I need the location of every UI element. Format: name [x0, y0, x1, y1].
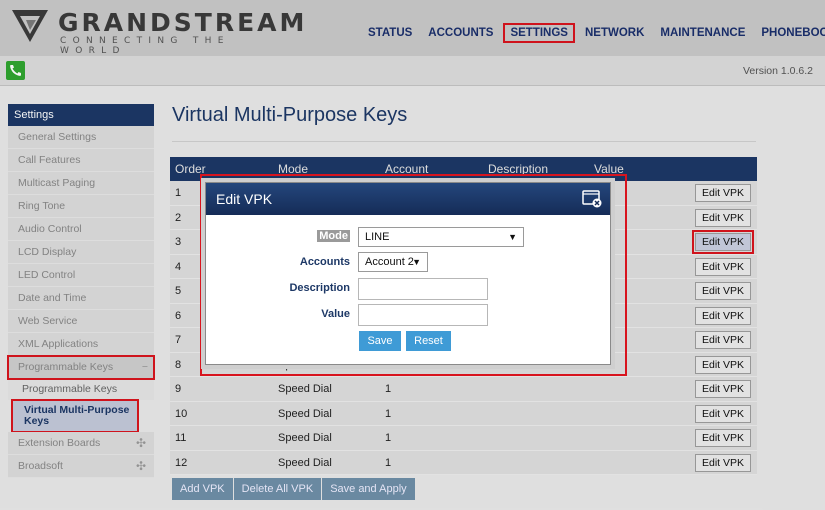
chevron-down-icon: ▼ — [412, 257, 421, 267]
reset-button[interactable]: Reset — [406, 331, 451, 351]
table-row: 12 Speed Dial 1 Edit VPK — [170, 450, 757, 475]
title-divider — [172, 141, 756, 142]
accounts-select-value: Account 2 — [365, 256, 414, 268]
row-account: 1 — [385, 456, 392, 469]
table-row: 11 Speed Dial 1 Edit VPK — [170, 426, 757, 451]
sidebar-item-xml-applications[interactable]: XML Applications — [8, 333, 154, 356]
row-order: 10 — [175, 407, 188, 420]
edit-vpk-button[interactable]: Edit VPK — [695, 184, 751, 202]
brand-name: GRANDSTREAM — [58, 8, 308, 37]
dialog-title: Edit VPK — [216, 191, 273, 207]
row-order: 5 — [175, 285, 182, 297]
description-input[interactable] — [358, 278, 488, 300]
save-button[interactable]: Save — [359, 331, 401, 351]
nav-phonebook[interactable]: PHONEBOOK — [753, 24, 825, 42]
page-title: Virtual Multi-Purpose Keys — [172, 104, 408, 126]
edit-vpk-button[interactable]: Edit VPK — [695, 306, 751, 325]
edit-vpk-button[interactable]: Edit VPK — [695, 404, 751, 423]
nav-accounts[interactable]: ACCOUNTS — [420, 24, 501, 42]
row-account: 1 — [385, 407, 392, 420]
accounts-select[interactable]: Account 2 ▼ — [358, 252, 428, 272]
edit-vpk-button[interactable]: Edit VPK — [695, 355, 751, 374]
edit-vpk-button[interactable]: Edit VPK — [695, 453, 751, 472]
row-order: 12 — [175, 456, 188, 469]
sidebar-item-ring-tone[interactable]: Ring Tone — [8, 195, 154, 218]
sidebar-subitem-programmable-keys[interactable]: Programmable Keys — [8, 379, 154, 400]
row-mode: Speed Dial — [278, 383, 332, 395]
delete-all-vpk-button[interactable]: Delete All VPK — [233, 478, 322, 500]
sidebar-item-call-features[interactable]: Call Features — [8, 149, 154, 172]
edit-vpk-button[interactable]: Edit VPK — [695, 429, 751, 447]
version-text: Version 1.0.6.2 — [742, 65, 813, 77]
row-order: 7 — [175, 334, 182, 346]
sidebar-subitem-virtual-multi-purpose-keys[interactable]: Virtual Multi-Purpose Keys — [11, 399, 139, 433]
edit-vpk-dialog: Edit VPK Mode LINE ▼ Accounts Account 2 … — [205, 182, 611, 365]
save-and-apply-button[interactable]: Save and Apply — [322, 478, 415, 500]
sidebar-item-general-settings[interactable]: General Settings — [8, 126, 154, 149]
value-label: Value — [321, 308, 350, 320]
close-icon[interactable] — [582, 190, 602, 208]
row-order: 11 — [175, 432, 187, 444]
sidebar-item-label: Broadsoft — [18, 460, 63, 472]
edit-vpk-button[interactable]: Edit VPK — [692, 230, 754, 254]
mode-label: Mode — [317, 230, 350, 242]
sidebar-item-multicast-paging[interactable]: Multicast Paging — [8, 172, 154, 195]
dialog-header: Edit VPK — [206, 183, 610, 215]
mode-select-value: LINE — [365, 231, 390, 243]
table-row: 10 Speed Dial 1 Edit VPK — [170, 401, 757, 426]
settings-sidebar: Settings General Settings Call Features … — [7, 104, 155, 478]
sidebar-item-web-service[interactable]: Web Service — [8, 310, 154, 333]
edit-vpk-button[interactable]: Edit VPK — [695, 282, 751, 300]
description-label: Description — [289, 282, 350, 294]
sidebar-item-broadsoft[interactable]: Broadsoft ✣ — [8, 455, 154, 478]
collapse-icon: − — [141, 361, 148, 373]
row-mode: Speed Dial — [278, 432, 332, 444]
table-actions: Add VPK Delete All VPK Save and Apply — [172, 478, 415, 500]
value-input[interactable] — [358, 304, 488, 326]
row-mode: Speed Dial — [278, 407, 332, 420]
grandstream-logo: GRANDSTREAM CONNECTING THE WORLD — [8, 6, 304, 56]
row-order: 8 — [175, 358, 182, 371]
top-header: GRANDSTREAM CONNECTING THE WORLD STATUS … — [0, 0, 825, 56]
nav-maintenance[interactable]: MAINTENANCE — [652, 24, 753, 42]
edit-vpk-button[interactable]: Edit VPK — [695, 208, 751, 227]
row-order: 4 — [175, 260, 182, 273]
table-row: 9 Speed Dial 1 Edit VPK — [170, 377, 757, 402]
nav-status[interactable]: STATUS — [360, 24, 420, 42]
edit-vpk-button[interactable]: Edit VPK — [695, 257, 751, 276]
row-order: 2 — [175, 211, 182, 224]
row-order: 9 — [175, 383, 182, 395]
nav-network[interactable]: NETWORK — [577, 24, 652, 42]
phone-icon[interactable] — [6, 61, 25, 80]
sidebar-item-programmable-keys[interactable]: Programmable Keys − — [7, 355, 155, 380]
brand-tagline: CONNECTING THE WORLD — [60, 36, 230, 56]
chevron-down-icon: ▼ — [508, 232, 517, 242]
accounts-label: Accounts — [299, 256, 350, 268]
top-navigation: STATUS ACCOUNTS SETTINGS NETWORK MAINTEN… — [360, 23, 825, 43]
row-order: 3 — [175, 236, 182, 248]
sub-bar: Version 1.0.6.2 — [0, 56, 825, 86]
logo-mark-icon — [12, 10, 48, 42]
sidebar-item-led-control[interactable]: LED Control — [8, 264, 154, 287]
sidebar-item-lcd-display[interactable]: LCD Display — [8, 241, 154, 264]
row-order: 6 — [175, 309, 182, 322]
sidebar-item-audio-control[interactable]: Audio Control — [8, 218, 154, 241]
row-mode: Speed Dial — [278, 456, 332, 469]
sidebar-item-label: Programmable Keys — [18, 361, 114, 373]
row-account: 1 — [385, 432, 392, 444]
edit-vpk-button[interactable]: Edit VPK — [695, 380, 751, 398]
nav-settings[interactable]: SETTINGS — [503, 23, 575, 43]
mode-select[interactable]: LINE ▼ — [358, 227, 524, 247]
sidebar-item-extension-boards[interactable]: Extension Boards ✣ — [8, 432, 154, 455]
add-vpk-button[interactable]: Add VPK — [172, 478, 233, 500]
row-order: 1 — [175, 187, 182, 199]
expand-icon: ✣ — [135, 459, 146, 473]
edit-vpk-button[interactable]: Edit VPK — [695, 331, 751, 349]
sidebar-item-label: Extension Boards — [18, 437, 101, 449]
sidebar-header: Settings — [8, 104, 154, 126]
expand-icon: ✣ — [135, 436, 146, 450]
sidebar-item-date-and-time[interactable]: Date and Time — [8, 287, 154, 310]
row-account: 1 — [385, 383, 392, 395]
